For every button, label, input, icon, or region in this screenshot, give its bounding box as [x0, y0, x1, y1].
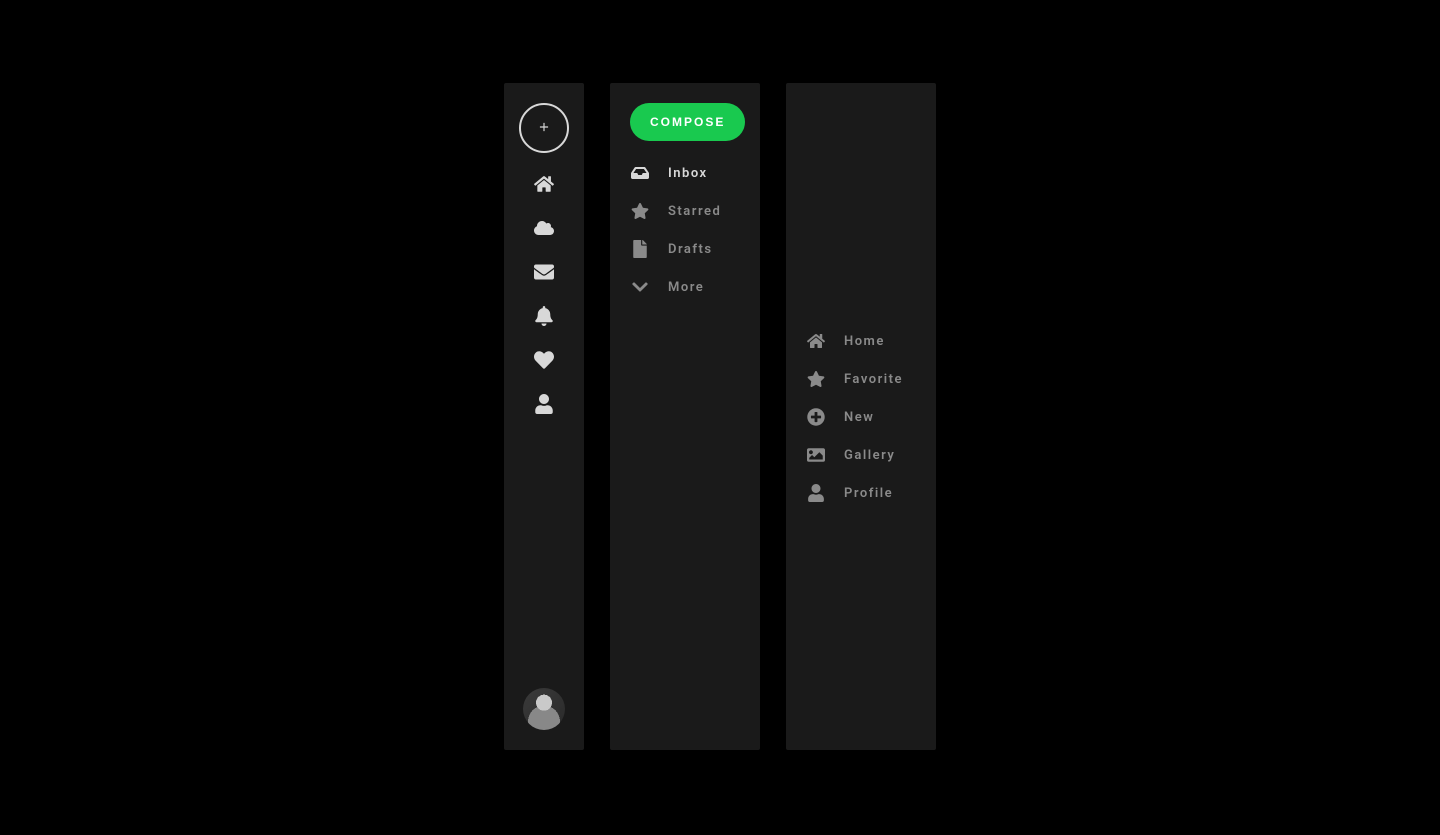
mail-item-label: More: [668, 280, 704, 295]
nav-list: Home Favorite New Gallery Profile: [806, 331, 916, 503]
nav-item-label: Home: [844, 334, 885, 349]
mail-item-label: Starred: [668, 204, 721, 219]
nav-panel: Home Favorite New Gallery Profile: [786, 83, 936, 750]
plus-icon: [537, 119, 551, 138]
sidebar-icon-list: [533, 175, 555, 417]
user-icon: [806, 483, 826, 503]
mail-item-more[interactable]: More: [630, 277, 740, 297]
mail-item-starred[interactable]: Starred: [630, 201, 740, 221]
mail-icon: [534, 262, 554, 286]
nav-item-label: New: [844, 410, 874, 425]
file-icon: [630, 239, 650, 259]
nav-item-home[interactable]: Home: [806, 331, 916, 351]
sidebar-item-mail[interactable]: [533, 263, 555, 285]
nav-item-favorite[interactable]: Favorite: [806, 369, 916, 389]
home-icon: [534, 174, 554, 198]
bell-icon: [534, 306, 554, 330]
chevron-down-icon: [630, 277, 650, 297]
star-icon: [630, 201, 650, 221]
sidebar-icon-panel: [504, 83, 584, 750]
mail-item-drafts[interactable]: Drafts: [630, 239, 740, 259]
add-button[interactable]: [519, 103, 569, 153]
nav-item-new[interactable]: New: [806, 407, 916, 427]
inbox-icon: [630, 163, 650, 183]
sidebar-item-bell[interactable]: [533, 307, 555, 329]
compose-button[interactable]: COMPOSE: [630, 103, 745, 141]
nav-item-profile[interactable]: Profile: [806, 483, 916, 503]
mail-item-label: Drafts: [668, 242, 713, 257]
nav-item-label: Gallery: [844, 448, 895, 463]
sidebar-item-home[interactable]: [533, 175, 555, 197]
mail-item-inbox[interactable]: Inbox: [630, 163, 740, 183]
sidebar-item-user[interactable]: [533, 395, 555, 417]
mail-folder-list: Inbox Starred Drafts More: [630, 163, 740, 297]
sidebar-item-cloud[interactable]: [533, 219, 555, 241]
nav-item-gallery[interactable]: Gallery: [806, 445, 916, 465]
image-icon: [806, 445, 826, 465]
nav-item-label: Favorite: [844, 372, 903, 387]
star-icon: [806, 369, 826, 389]
nav-item-label: Profile: [844, 486, 893, 501]
avatar[interactable]: [523, 688, 565, 730]
plus-circle-icon: [806, 407, 826, 427]
heart-icon: [534, 350, 554, 374]
home-icon: [806, 331, 826, 351]
cloud-icon: [534, 218, 554, 242]
user-icon: [534, 394, 554, 418]
sidebar-item-heart[interactable]: [533, 351, 555, 373]
mail-panel: COMPOSE Inbox Starred Drafts More: [610, 83, 760, 750]
mail-item-label: Inbox: [668, 166, 708, 181]
